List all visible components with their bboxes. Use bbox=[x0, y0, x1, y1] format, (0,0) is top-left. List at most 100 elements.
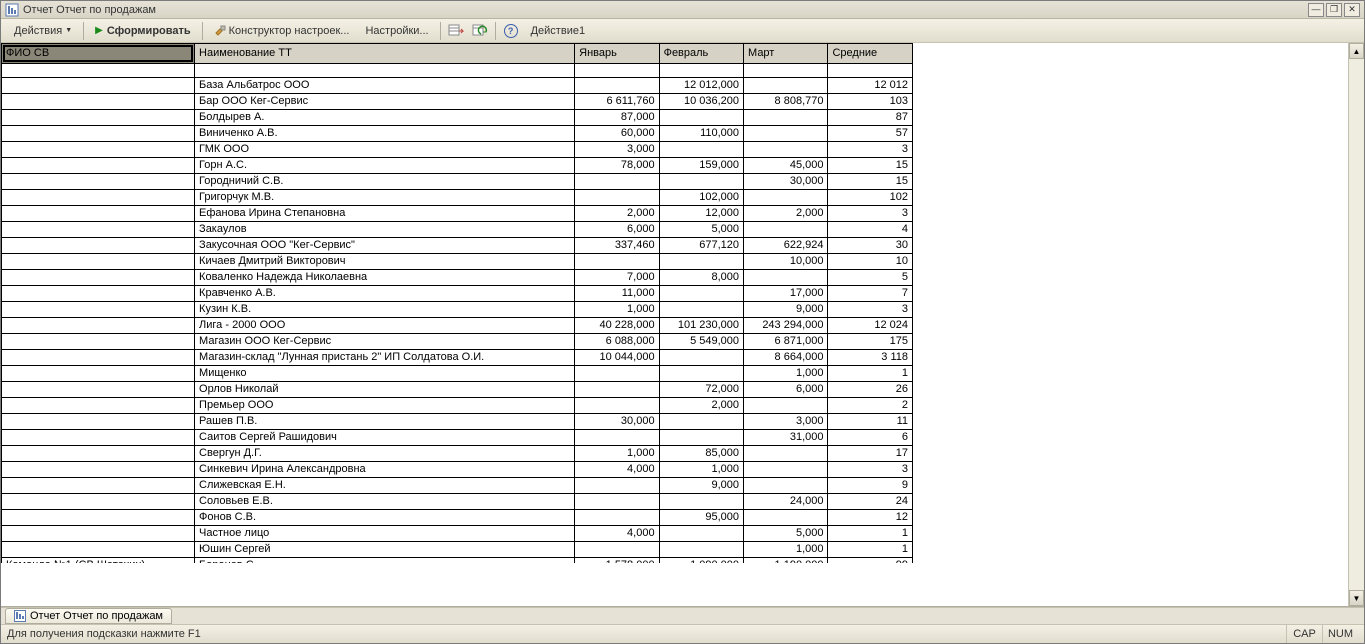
cell[interactable]: 3,000 bbox=[575, 142, 659, 158]
cell[interactable]: 11,000 bbox=[575, 286, 659, 302]
cell[interactable] bbox=[659, 350, 743, 366]
cell[interactable]: Магазин-склад "Лунная пристань 2" ИП Сол… bbox=[195, 350, 575, 366]
cell[interactable]: Соловьев Е.В. bbox=[195, 494, 575, 510]
cell[interactable]: 3,000 bbox=[744, 414, 828, 430]
cell[interactable]: Горн А.С. bbox=[195, 158, 575, 174]
cell[interactable]: 159,000 bbox=[659, 158, 743, 174]
report-table[interactable]: ФИО СВ Наименование ТТ Январь Февраль Ма… bbox=[1, 43, 913, 563]
cell[interactable]: 60,000 bbox=[575, 126, 659, 142]
cell[interactable]: 337,460 bbox=[575, 238, 659, 254]
cell[interactable]: 243 294,000 bbox=[744, 318, 828, 334]
cell[interactable] bbox=[659, 286, 743, 302]
cell[interactable]: 30 bbox=[828, 238, 913, 254]
cell[interactable]: База Альбатрос ООО bbox=[195, 78, 575, 94]
cell[interactable]: 1 bbox=[828, 542, 913, 558]
cell[interactable] bbox=[744, 222, 828, 238]
cell[interactable] bbox=[2, 190, 195, 206]
col-avg-header[interactable]: Средние bbox=[828, 44, 913, 64]
cell[interactable] bbox=[659, 430, 743, 446]
cell[interactable]: 12 bbox=[828, 510, 913, 526]
cell[interactable] bbox=[659, 302, 743, 318]
cell[interactable]: Болдырев А. bbox=[195, 110, 575, 126]
cell[interactable]: 30,000 bbox=[744, 174, 828, 190]
table-row[interactable]: Орлов Николай72,0006,00026 bbox=[2, 382, 913, 398]
cell[interactable]: 10 044,000 bbox=[575, 350, 659, 366]
cell[interactable]: Закусочная ООО "Кег-Сервис" bbox=[195, 238, 575, 254]
cell[interactable]: 8 808,770 bbox=[744, 94, 828, 110]
cell[interactable]: 10 bbox=[828, 254, 913, 270]
cell[interactable] bbox=[659, 142, 743, 158]
cell[interactable] bbox=[659, 64, 743, 78]
cell[interactable] bbox=[659, 542, 743, 558]
table-row[interactable]: Городничий С.В.30,00015 bbox=[2, 174, 913, 190]
table-row[interactable]: Ефанова Ирина Степановна2,00012,0002,000… bbox=[2, 206, 913, 222]
table-row[interactable]: Магазин ООО Кег-Сервис6 088,0005 549,000… bbox=[2, 334, 913, 350]
cell[interactable] bbox=[2, 318, 195, 334]
cell[interactable]: 12 012,000 bbox=[659, 78, 743, 94]
cell[interactable]: 87,000 bbox=[575, 110, 659, 126]
cell[interactable]: 7 bbox=[828, 286, 913, 302]
cell[interactable] bbox=[2, 110, 195, 126]
cell[interactable] bbox=[2, 302, 195, 318]
cell[interactable]: Магазин ООО Кег-Сервис bbox=[195, 334, 575, 350]
cell[interactable]: 9,000 bbox=[659, 478, 743, 494]
cell[interactable]: 3 118 bbox=[828, 350, 913, 366]
settings-constructor-button[interactable]: Конструктор настроек... bbox=[207, 21, 357, 41]
tool-button-2[interactable] bbox=[469, 21, 491, 41]
cell[interactable] bbox=[2, 78, 195, 94]
cell[interactable]: 40 228,000 bbox=[575, 318, 659, 334]
cell[interactable]: 9 bbox=[828, 478, 913, 494]
table-row[interactable]: ГМК ООО3,0003 bbox=[2, 142, 913, 158]
cell[interactable]: 85,000 bbox=[659, 446, 743, 462]
cell[interactable]: 24,000 bbox=[744, 494, 828, 510]
cell[interactable]: 1 090,000 bbox=[659, 558, 743, 564]
cell[interactable] bbox=[659, 174, 743, 190]
cell[interactable] bbox=[575, 64, 659, 78]
table-row[interactable]: Слижевская Е.Н.9,0009 bbox=[2, 478, 913, 494]
cell[interactable]: 2,000 bbox=[659, 398, 743, 414]
cell[interactable] bbox=[744, 510, 828, 526]
table-row[interactable]: Кузин К.В.1,000 9,0003 bbox=[2, 302, 913, 318]
cell[interactable] bbox=[659, 414, 743, 430]
cell[interactable]: 9,000 bbox=[744, 302, 828, 318]
cell[interactable]: 78,000 bbox=[575, 158, 659, 174]
cell[interactable]: 1,000 bbox=[575, 302, 659, 318]
table-row[interactable]: Частное лицо4,0005,0001 bbox=[2, 526, 913, 542]
cell[interactable]: 10 036,200 bbox=[659, 94, 743, 110]
cell[interactable]: 175 bbox=[828, 334, 913, 350]
cell[interactable] bbox=[744, 478, 828, 494]
cell[interactable]: 6,000 bbox=[575, 222, 659, 238]
cell[interactable]: 110,000 bbox=[659, 126, 743, 142]
cell[interactable] bbox=[2, 526, 195, 542]
cell[interactable] bbox=[575, 366, 659, 382]
col-name-header[interactable]: Наименование ТТ bbox=[195, 44, 575, 64]
cell[interactable] bbox=[2, 446, 195, 462]
cell[interactable]: Кузин К.В. bbox=[195, 302, 575, 318]
cell[interactable]: Кравченко А.В. bbox=[195, 286, 575, 302]
cell[interactable] bbox=[2, 366, 195, 382]
cell[interactable]: 7,000 bbox=[575, 270, 659, 286]
cell[interactable]: 103 bbox=[828, 94, 913, 110]
cell[interactable]: Баранов С. bbox=[195, 558, 575, 564]
cell[interactable]: 6 088,000 bbox=[575, 334, 659, 350]
cell[interactable]: 3 bbox=[828, 462, 913, 478]
cell[interactable]: 57 bbox=[828, 126, 913, 142]
cell[interactable]: 5,000 bbox=[659, 222, 743, 238]
cell[interactable]: 6 611,760 bbox=[575, 94, 659, 110]
cell[interactable]: 3 bbox=[828, 302, 913, 318]
cell[interactable] bbox=[2, 430, 195, 446]
cell[interactable]: 30,000 bbox=[575, 414, 659, 430]
cell[interactable] bbox=[828, 64, 913, 78]
cell[interactable]: 99 bbox=[828, 558, 913, 564]
cell[interactable] bbox=[2, 174, 195, 190]
cell[interactable] bbox=[575, 190, 659, 206]
table-row[interactable]: Юшин Сергей1,0001 bbox=[2, 542, 913, 558]
cell[interactable]: Орлов Николай bbox=[195, 382, 575, 398]
cell[interactable]: 15 bbox=[828, 158, 913, 174]
cell[interactable] bbox=[744, 190, 828, 206]
cell[interactable]: 1,000 bbox=[575, 446, 659, 462]
cell[interactable]: 1 578,000 bbox=[575, 558, 659, 564]
cell[interactable]: Синкевич Ирина Александровна bbox=[195, 462, 575, 478]
cell[interactable]: 17 bbox=[828, 446, 913, 462]
cell[interactable]: 1 190,000 bbox=[744, 558, 828, 564]
